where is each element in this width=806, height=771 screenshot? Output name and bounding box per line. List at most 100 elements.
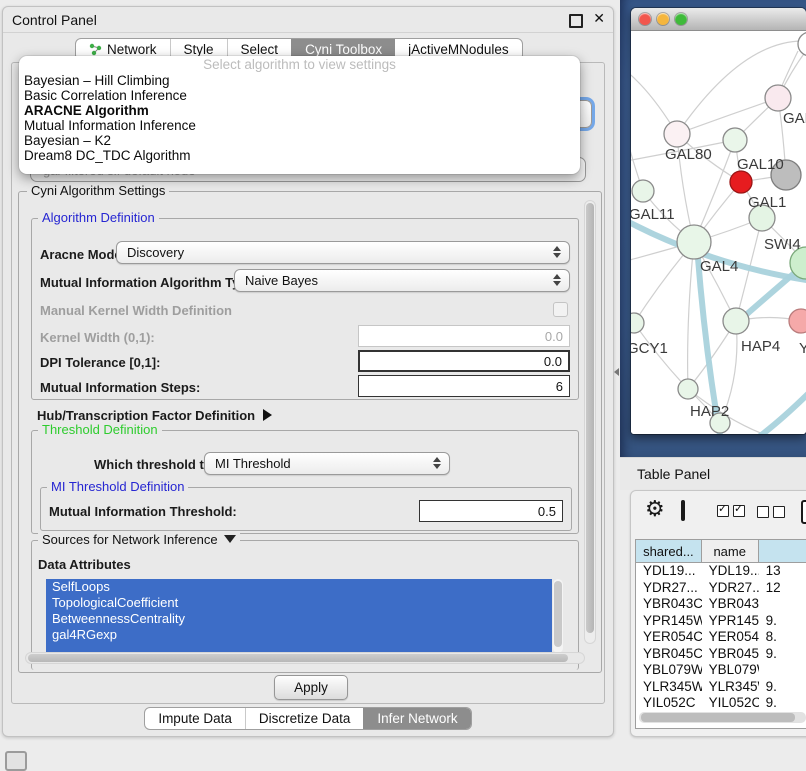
dpi-tolerance-label: DPI Tolerance [0,1]:: [40, 355, 160, 370]
manual-kernel-width-checkbox[interactable]: [553, 302, 568, 317]
mi-steps-field[interactable]: [358, 375, 570, 397]
network-node[interactable]: [678, 379, 698, 399]
mi-algorithm-type-label: Mutual Information Algorithm Type:: [40, 275, 259, 290]
network-node[interactable]: [723, 308, 749, 334]
node-table: shared...name YDL19...YDL19...13YDR27...…: [635, 539, 806, 729]
attributes-list-scrollbar[interactable]: [553, 579, 563, 653]
table-horizontal-scrollbar[interactable]: [639, 712, 806, 723]
aracne-mode-select[interactable]: Discovery: [116, 241, 570, 264]
algorithm-option-mutual-information-inference[interactable]: Mutual Information Inference: [19, 118, 580, 133]
algorithm-option-basic-correlation-inference[interactable]: Basic Correlation Inference: [19, 88, 580, 103]
table-cell: YDL19...: [702, 563, 759, 580]
network-node[interactable]: [765, 85, 791, 111]
mac-minimize-icon[interactable]: [657, 13, 669, 25]
dpi-tolerance-field[interactable]: [358, 350, 570, 372]
table-row[interactable]: YIL052CYIL052C9.: [636, 695, 806, 709]
table-row[interactable]: YLR345WYLR345W9.: [636, 679, 806, 696]
expand-right-icon: [263, 409, 272, 421]
table-cell: 9.: [759, 679, 806, 696]
node-label-gal: GAL: [783, 110, 806, 127]
table-header-row: shared...name: [636, 540, 806, 563]
table-cell: [759, 596, 806, 613]
mac-close-icon[interactable]: [639, 13, 651, 25]
select-all-checkboxes-icon[interactable]: [717, 505, 745, 517]
node-label-gcy1: GCY1: [631, 340, 668, 357]
attribute-selfloops[interactable]: SelfLoops: [46, 579, 552, 595]
minimized-panel-button[interactable]: [5, 751, 27, 771]
bottom-tab-infer-network-label: Infer Network: [377, 711, 457, 726]
algorithm-option-dream8-dc-tdc-algorithm[interactable]: Dream8 DC_TDC Algorithm: [19, 148, 580, 163]
table-row[interactable]: YDL19...YDL19...13: [636, 563, 806, 580]
spinner-arrows-icon: [553, 246, 561, 258]
which-threshold-select[interactable]: MI Threshold: [204, 452, 450, 475]
table-cell: YBR045C: [636, 646, 702, 663]
data-attributes-list[interactable]: SelfLoopsTopologicalCoefficientBetweenne…: [46, 579, 552, 653]
split-columns-icon[interactable]: [681, 500, 685, 521]
network-node[interactable]: [677, 225, 711, 259]
kernel-width-field[interactable]: [358, 325, 570, 347]
algorithm-option-aracne-algorithm[interactable]: ARACNE Algorithm: [19, 103, 580, 118]
sources-toggle[interactable]: Sources for Network Inference: [38, 532, 240, 547]
column-header-shared[interactable]: shared...: [636, 540, 702, 562]
settings-horizontal-scrollbar[interactable]: [25, 652, 585, 664]
table-row[interactable]: YER054CYER054C8.: [636, 629, 806, 646]
network-node[interactable]: [798, 32, 806, 56]
network-node[interactable]: [730, 171, 752, 193]
attribute-betweennesscentrality[interactable]: BetweennessCentrality: [46, 611, 552, 627]
network-view-window[interactable]: GALGAL80GAL10GAL1GAL11SWI4GAL4GCY1HAP4YH…: [631, 8, 806, 434]
threshold-definition-group: Threshold Definition Which threshold to …: [31, 430, 579, 534]
mi-steps-label: Mutual Information Steps:: [40, 380, 200, 395]
table-cell: YDR27...: [636, 580, 702, 597]
cyni-algorithm-settings-title: Cyni Algorithm Settings: [27, 183, 169, 198]
panel-splitter-handle[interactable]: [614, 368, 619, 376]
aracne-mode-label: Aracne Mode:: [40, 247, 126, 262]
aracne-mode-value: Discovery: [127, 245, 184, 260]
network-canvas[interactable]: GALGAL80GAL10GAL1GAL11SWI4GAL4GCY1HAP4YH…: [631, 31, 806, 434]
network-node[interactable]: [632, 180, 654, 202]
table-cell: 12: [759, 580, 806, 597]
node-label-y: Y: [799, 340, 806, 357]
table-cell: YDL19...: [636, 563, 702, 580]
kernel-width-label: Kernel Width (0,1):: [40, 330, 155, 345]
mac-zoom-icon[interactable]: [675, 13, 687, 25]
column-header-col2[interactable]: [759, 540, 806, 562]
tab-cyni-toolbox-label: Cyni Toolbox: [305, 42, 382, 57]
table-panel-title: Table Panel: [637, 466, 710, 482]
attribute-gal4rgexp[interactable]: gal4RGexp: [46, 627, 552, 643]
table-row[interactable]: YBL079WYBL079W: [636, 662, 806, 679]
algorithm-option-bayesian-k2[interactable]: Bayesian – K2: [19, 133, 580, 148]
apply-button[interactable]: Apply: [274, 675, 348, 700]
float-panel-icon[interactable]: [569, 14, 583, 28]
table-row[interactable]: YBR043CYBR043C: [636, 596, 806, 613]
algorithm-option-bayesian-hill-climbing[interactable]: Bayesian – Hill Climbing: [19, 73, 580, 88]
table-cell: 8.: [759, 629, 806, 646]
table-cell: 9.: [759, 695, 806, 709]
bottom-tab-impute-data[interactable]: Impute Data: [145, 708, 245, 729]
network-edge: [688, 242, 694, 389]
settings-vertical-scrollbar[interactable]: [584, 200, 596, 644]
network-node[interactable]: [789, 309, 806, 333]
mi-algorithm-type-select[interactable]: Naive Bayes: [234, 269, 570, 292]
attribute-topologicalcoefficient[interactable]: TopologicalCoefficient: [46, 595, 552, 611]
cyni-algorithm-settings-group: Cyni Algorithm Settings Algorithm Defini…: [18, 191, 602, 673]
table-row[interactable]: YBR045CYBR045C9.: [636, 646, 806, 663]
network-node[interactable]: [631, 313, 644, 333]
network-window-titlebar[interactable]: [631, 8, 806, 31]
column-header-name[interactable]: name: [702, 540, 759, 562]
table-row[interactable]: YDR27...YDR27...12: [636, 580, 806, 597]
network-node[interactable]: [723, 128, 747, 152]
mi-threshold-field[interactable]: [419, 500, 563, 522]
table-row[interactable]: YPR145WYPR145W9.: [636, 613, 806, 630]
bottom-tab-infer-network[interactable]: Infer Network: [363, 708, 470, 729]
close-icon[interactable]: ✕: [593, 10, 605, 27]
table-cell: [759, 662, 806, 679]
table-cell: YBL079W: [702, 662, 759, 679]
network-node[interactable]: [664, 121, 690, 147]
deselect-all-checkboxes-icon[interactable]: [757, 506, 785, 518]
table-mode-icon[interactable]: [801, 500, 806, 524]
hub-definition-toggle[interactable]: Hub/Transcription Factor Definition: [37, 408, 272, 423]
bottom-tab-discretize-data[interactable]: Discretize Data: [245, 708, 364, 729]
table-cell: 13: [759, 563, 806, 580]
gear-icon[interactable]: ⚙: [645, 499, 665, 521]
table-cell: 9.: [759, 646, 806, 663]
